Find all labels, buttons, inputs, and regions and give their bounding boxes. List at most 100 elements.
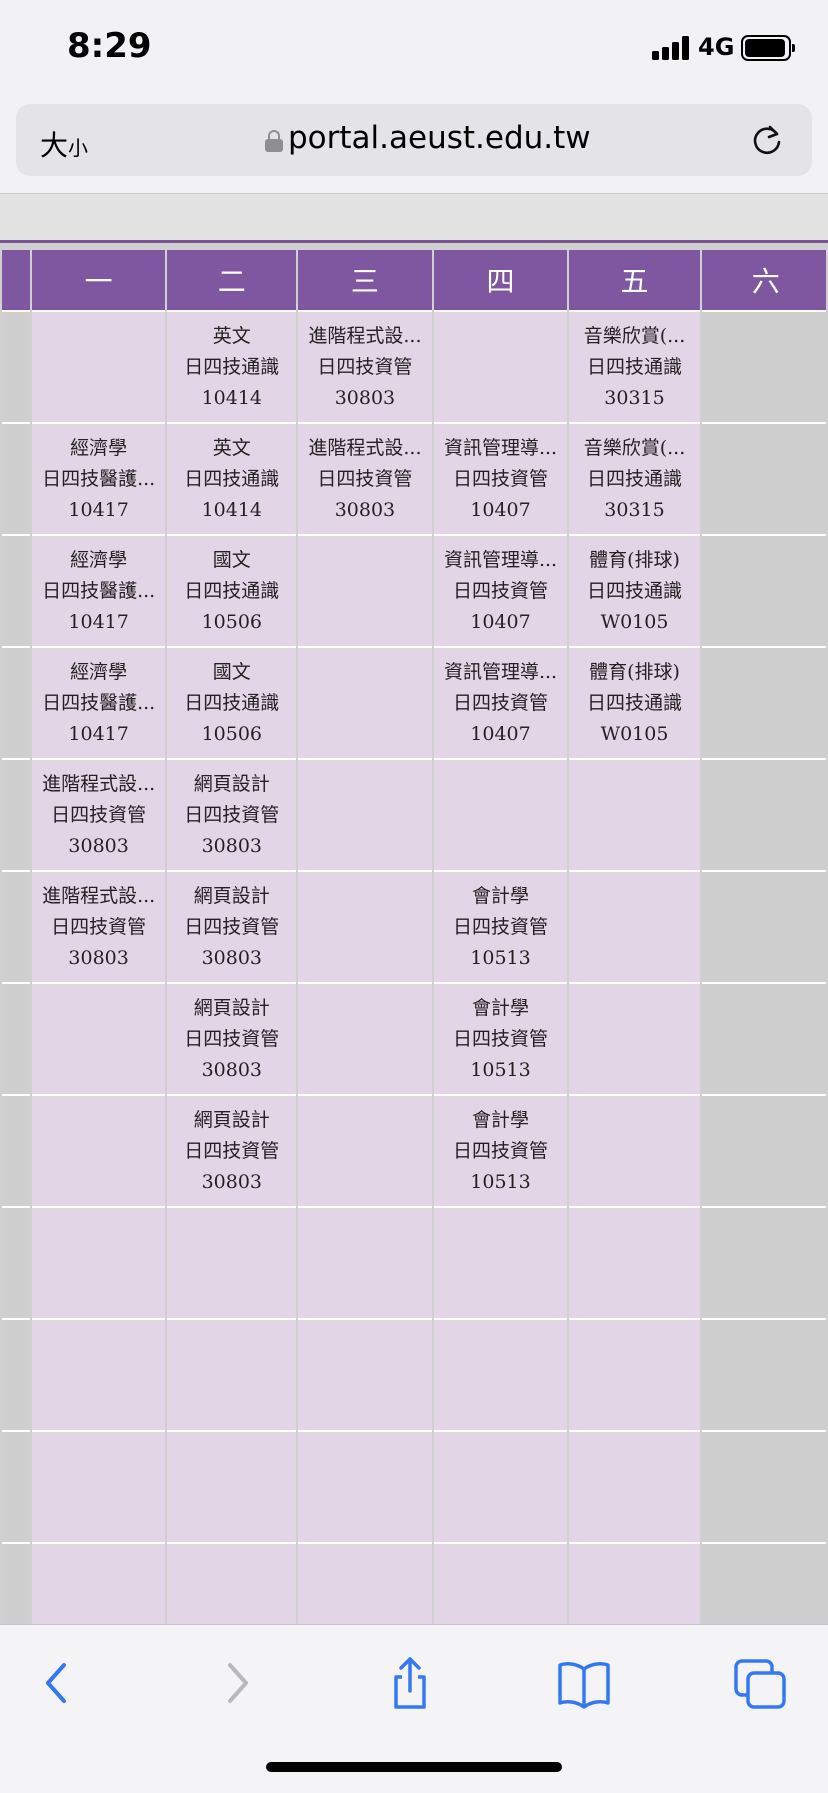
course-cell[interactable]: 資訊管理導... 日四技資管 10407 xyxy=(433,424,568,536)
battery-icon xyxy=(741,35,795,61)
empty-cell xyxy=(31,1208,166,1320)
empty-cell xyxy=(433,1544,568,1624)
course-room: 30315 xyxy=(604,498,665,521)
course-name: 資訊管理導... xyxy=(443,548,558,571)
course-room: 10513 xyxy=(470,946,531,969)
course-cell[interactable]: 會計學 日四技資管 10513 xyxy=(433,872,568,984)
course-cell[interactable]: 經濟學 日四技醫護... 10417 xyxy=(31,536,166,648)
course-room: 10513 xyxy=(470,1170,531,1193)
course-class: 日四技醫護... xyxy=(42,467,156,490)
address-bar[interactable]: 大小 portal.aeust.edu.tw xyxy=(16,104,812,176)
empty-cell xyxy=(31,1320,166,1432)
course-cell[interactable]: 網頁設計 日四技資管 30803 xyxy=(167,1096,297,1208)
back-icon[interactable] xyxy=(28,1653,88,1713)
course-cell[interactable]: 音樂欣賞(... 日四技通識 30315 xyxy=(569,312,700,424)
course-cell[interactable]: 體育(排球) 日四技通識 W0105 xyxy=(569,536,700,648)
status-bar: 8:29 4G xyxy=(0,0,828,96)
day-header: 二 xyxy=(167,250,297,312)
course-cell[interactable]: 音樂欣賞(... 日四技通識 30315 xyxy=(569,424,700,536)
period-cell xyxy=(2,872,30,984)
course-class: 日四技資管 xyxy=(317,355,413,378)
timetable-row: 網頁設計 日四技資管 30803 會計學 日四技資管 10513 xyxy=(2,984,826,1096)
course-name: 會計學 xyxy=(471,884,529,907)
course-cell[interactable]: 會計學 日四技資管 10513 xyxy=(433,1096,568,1208)
course-room: 10513 xyxy=(470,1058,531,1081)
web-page: 一 二 三 四 五 六 英文 日四技通識 10414 進階程式設... 日四技資管 308… xyxy=(0,194,828,1624)
empty-cell xyxy=(569,1096,700,1208)
reload-icon[interactable] xyxy=(749,122,785,158)
day-header: 六 xyxy=(701,250,826,312)
empty-cell xyxy=(31,1096,166,1208)
course-room: 30315 xyxy=(604,386,665,409)
course-cell[interactable]: 進階程式設... 日四技資管 30803 xyxy=(31,760,166,872)
course-class: 日四技資管 xyxy=(452,579,548,602)
course-name: 國文 xyxy=(212,660,251,683)
course-room: 30803 xyxy=(201,946,263,969)
course-name: 網頁設計 xyxy=(193,772,270,795)
course-class: 日四技資管 xyxy=(317,467,413,490)
course-room: 30803 xyxy=(334,498,396,521)
course-name: 會計學 xyxy=(471,1108,529,1131)
period-cell xyxy=(2,984,30,1096)
course-class: 日四技資管 xyxy=(184,803,280,826)
course-cell[interactable]: 體育(排球) 日四技通識 W0105 xyxy=(569,648,700,760)
text-size-large-label: 大 xyxy=(40,129,69,162)
course-class: 日四技資管 xyxy=(184,1139,280,1162)
course-cell[interactable]: 網頁設計 日四技資管 30803 xyxy=(167,872,297,984)
course-room: 10417 xyxy=(68,722,129,745)
course-room: 10506 xyxy=(201,722,263,745)
empty-cell xyxy=(298,984,432,1096)
empty-cell xyxy=(31,1432,166,1544)
period-cell xyxy=(2,536,30,648)
empty-cell xyxy=(701,312,826,424)
course-cell[interactable]: 會計學 日四技資管 10513 xyxy=(433,984,568,1096)
course-class: 日四技通識 xyxy=(587,579,683,602)
course-name: 會計學 xyxy=(471,996,529,1019)
course-cell[interactable]: 網頁設計 日四技資管 30803 xyxy=(167,760,297,872)
course-cell[interactable]: 經濟學 日四技醫護... 10417 xyxy=(31,648,166,760)
period-cell xyxy=(2,312,30,424)
course-cell[interactable]: 英文 日四技通識 10414 xyxy=(167,312,297,424)
empty-cell xyxy=(569,1320,700,1432)
course-cell[interactable]: 資訊管理導... 日四技資管 10407 xyxy=(433,648,568,760)
course-cell[interactable]: 英文 日四技通識 10414 xyxy=(167,424,297,536)
share-icon[interactable] xyxy=(380,1653,440,1713)
forward-icon[interactable] xyxy=(206,1653,266,1713)
course-cell[interactable]: 經濟學 日四技醫護... 10417 xyxy=(31,424,166,536)
course-name: 國文 xyxy=(212,548,251,571)
course-room: 30803 xyxy=(334,386,396,409)
bookmarks-icon[interactable] xyxy=(554,1653,614,1713)
empty-cell xyxy=(298,648,432,760)
course-room: 30803 xyxy=(68,946,129,969)
day-header: 五 xyxy=(569,250,700,312)
course-room: 10414 xyxy=(201,386,263,409)
empty-cell xyxy=(167,1208,297,1320)
course-cell[interactable]: 進階程式設... 日四技資管 30803 xyxy=(31,872,166,984)
course-cell[interactable]: 進階程式設... 日四技資管 30803 xyxy=(298,312,432,424)
course-cell[interactable]: 國文 日四技通識 10506 xyxy=(167,648,297,760)
course-cell[interactable]: 國文 日四技通識 10506 xyxy=(167,536,297,648)
course-cell[interactable]: 資訊管理導... 日四技資管 10407 xyxy=(433,536,568,648)
course-room: W0105 xyxy=(600,722,669,745)
text-size-button[interactable]: 大小 xyxy=(40,124,88,164)
timetable-row xyxy=(2,1320,826,1432)
empty-cell xyxy=(298,1432,432,1544)
empty-cell xyxy=(569,872,700,984)
empty-cell xyxy=(433,312,568,424)
day-header: 三 xyxy=(298,250,432,312)
course-name: 英文 xyxy=(212,324,251,347)
timetable-row: 網頁設計 日四技資管 30803 會計學 日四技資管 10513 xyxy=(2,1096,826,1208)
empty-cell xyxy=(433,1320,568,1432)
course-cell[interactable]: 網頁設計 日四技資管 30803 xyxy=(167,984,297,1096)
course-cell[interactable]: 進階程式設... 日四技資管 30803 xyxy=(298,424,432,536)
course-class: 日四技資管 xyxy=(51,915,147,938)
course-room: 10417 xyxy=(68,610,129,633)
timetable-row xyxy=(2,1432,826,1544)
url-text[interactable]: portal.aeust.edu.tw xyxy=(288,120,591,156)
tabs-icon[interactable] xyxy=(730,1653,790,1713)
period-cell xyxy=(2,1096,30,1208)
period-cell xyxy=(2,1544,30,1624)
course-room: 10417 xyxy=(68,498,129,521)
course-class: 日四技資管 xyxy=(184,1027,280,1050)
course-name: 資訊管理導... xyxy=(443,436,558,459)
